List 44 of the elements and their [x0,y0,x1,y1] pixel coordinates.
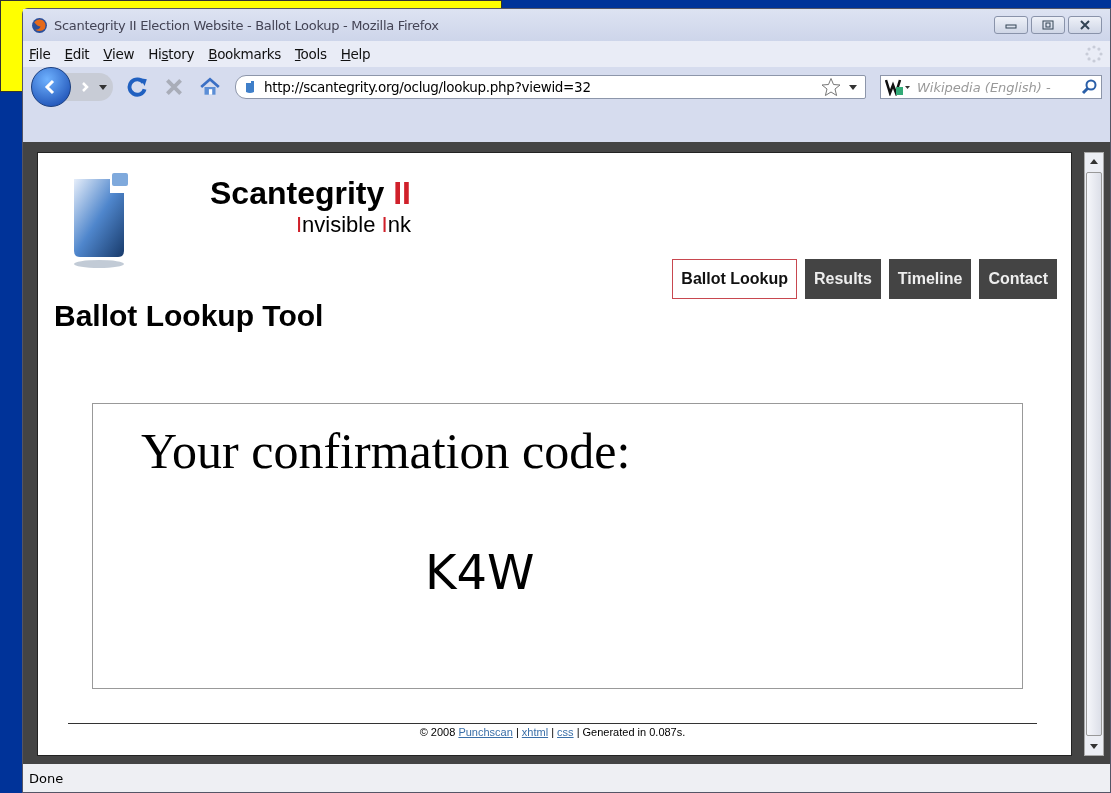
menu-item[interactable]: View [103,46,135,62]
site-title: Scantegrity II [210,175,411,212]
minimize-icon [1005,21,1017,29]
menu-item[interactable]: File [29,46,51,62]
reload-icon[interactable] [127,76,149,98]
scrollbar[interactable] [1084,152,1104,756]
search-icon[interactable] [1081,79,1097,95]
address-field[interactable]: http://scantegrity.org/oclug/lookup.php?viewid=32 [235,75,866,99]
nav-tab[interactable]: Ballot Lookup [672,259,797,299]
restore-icon [1042,20,1054,30]
search-box[interactable]: Wikipedia (English) - [880,75,1102,99]
menu-item[interactable]: Help [340,46,371,62]
back-button[interactable] [31,67,71,107]
search-engine-icon[interactable] [885,78,911,96]
menu-item[interactable]: Edit [64,46,90,62]
loading-spinner-icon [1084,44,1104,64]
home-icon[interactable] [199,76,221,98]
footer-text: © 2008 Punchscan | xhtml | css | Generated in 0.087s. [418,726,687,738]
scroll-down-icon[interactable] [1090,744,1098,749]
browser-logo-icon [31,16,48,34]
nav-tab[interactable]: Results [805,259,881,299]
star-icon[interactable] [821,77,841,97]
menu-item[interactable]: Tools [294,46,327,62]
minimize-button[interactable] [994,16,1028,34]
page-icon [244,80,256,94]
site-tagline: Invisible Ink [295,212,411,238]
menu-item[interactable]: Bookmarks [208,46,281,62]
window-title: Scantegrity II Election Website - Ballot Lookup - Mozilla Firefox [54,17,439,33]
scroll-up-icon[interactable] [1090,159,1098,164]
confirmation-code: K4W [424,543,536,600]
close-icon [1079,20,1091,30]
status-text: Done [29,770,64,786]
close-button[interactable] [1068,16,1102,34]
confirmation-label: Your confirmation code: [140,422,632,480]
scroll-thumb[interactable] [1086,172,1102,736]
footer-link[interactable]: css [557,726,574,738]
nav-tab[interactable]: Contact [979,259,1057,299]
dropdown-caret-icon[interactable] [849,84,857,90]
menu-item[interactable]: History [148,46,195,62]
page-heading: Ballot Lookup Tool [54,299,324,333]
dropdown-caret-icon[interactable] [99,84,107,90]
footer-link[interactable]: xhtml [521,726,549,738]
nav-tab[interactable]: Timeline [888,259,972,299]
footer-link[interactable]: Punchscan [458,726,513,738]
